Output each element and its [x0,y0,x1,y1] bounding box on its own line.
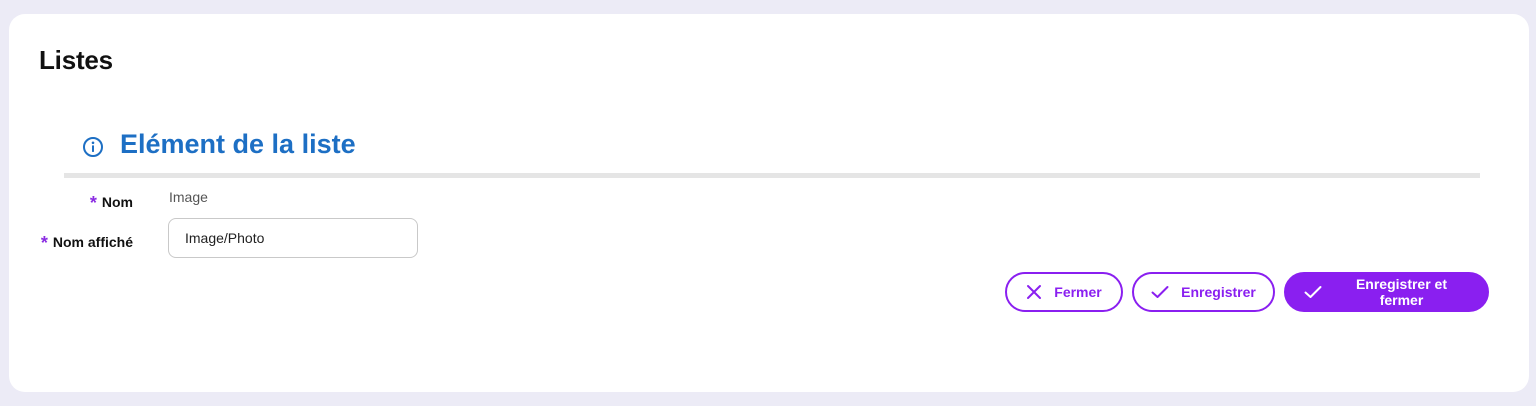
nom-affiche-label-wrap: * Nom affiché [9,231,133,253]
page-title: Listes [39,45,113,75]
close-button[interactable]: Fermer [1005,272,1123,312]
nom-label-wrap: * Nom [9,191,133,213]
close-button-label: Fermer [1054,284,1102,300]
save-button-label: Enregistrer [1181,284,1256,300]
nom-affiche-input[interactable] [168,218,418,258]
save-and-close-button[interactable]: Enregistrer et fermer [1284,272,1489,312]
section-title: Elément de la liste [120,129,356,159]
save-button[interactable]: Enregistrer [1132,272,1275,312]
nom-label: Nom [101,194,133,210]
main-card: Listes Elément de la liste * Nom Image * N… [9,14,1529,392]
nom-affiche-label: Nom affiché [52,234,133,250]
info-icon [83,137,103,157]
check-icon [1151,286,1169,298]
section-header: Elément de la liste [64,126,1480,178]
required-marker: * [89,193,97,213]
check-icon [1304,286,1322,298]
save-and-close-button-label: Enregistrer et fermer [1355,276,1448,308]
form-actions: Fermer Enregistrer Enregistrer et fermer [1005,272,1489,312]
close-icon [1027,285,1042,299]
required-marker: * [40,233,48,253]
nom-value: Image [169,189,208,205]
